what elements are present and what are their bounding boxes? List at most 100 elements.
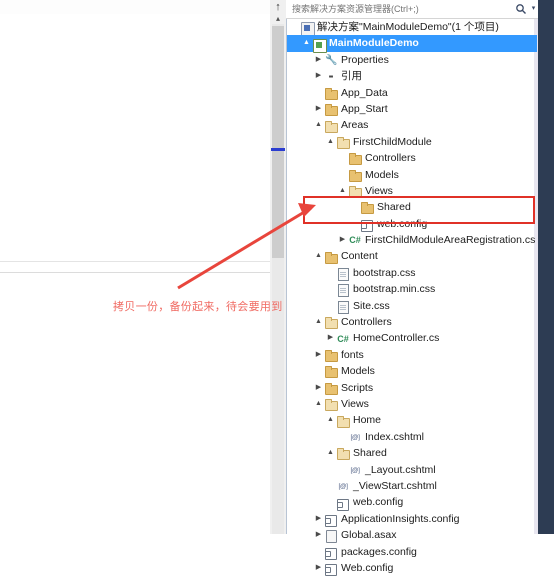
- panel-right-border: [538, 0, 554, 534]
- tree-item-label: Areas: [341, 119, 369, 132]
- tree-item[interactable]: ▲ Areas: [287, 117, 537, 133]
- tree-item-label: Home: [353, 414, 382, 427]
- csharp-icon: C#: [349, 235, 361, 246]
- tree-item[interactable]: ▶ Global.asax: [287, 527, 537, 544]
- folder-icon: [360, 200, 374, 215]
- editor-divider-lower: [0, 272, 272, 273]
- tree-item[interactable]: ▲ Shared: [287, 445, 537, 461]
- tree-item[interactable]: ▲ Views: [287, 396, 537, 412]
- tree-item[interactable]: web.config: [287, 216, 537, 232]
- editor-area: [0, 0, 272, 534]
- editor-scrollbar-thumb[interactable]: [272, 26, 284, 258]
- tree-item[interactable]: [@] _Layout.cshtml: [287, 462, 537, 478]
- folder-open-icon: [324, 119, 338, 133]
- tree-item-label: Views: [365, 184, 393, 197]
- tree-item[interactable]: ▶ fonts: [287, 347, 537, 363]
- tree-item-label: bootstrap.css: [353, 266, 416, 279]
- tree-item[interactable]: bootstrap.css: [287, 265, 537, 282]
- folder-icon: [324, 364, 338, 379]
- tree-item[interactable]: ▶ App_Start: [287, 101, 537, 117]
- tree-item[interactable]: [@] Index.cshtml: [287, 429, 537, 445]
- config-icon: [324, 512, 338, 527]
- tree-item[interactable]: ▶ Web.config: [287, 560, 537, 576]
- expander-toggle[interactable]: ▶: [337, 232, 348, 248]
- asax-icon: [324, 528, 338, 544]
- tree-item-label: bootstrap.min.css: [353, 283, 436, 296]
- tree-item-label: web.config: [377, 217, 428, 230]
- tree-item[interactable]: ▶ 🔧 Properties: [287, 52, 537, 68]
- tree-item[interactable]: bootstrap.min.css: [287, 281, 537, 298]
- tree-item-label: MainModuleDemo: [329, 37, 419, 50]
- css-icon: [336, 266, 350, 282]
- tree-item-label: Index.cshtml: [365, 430, 424, 443]
- expander-toggle[interactable]: ▶: [313, 560, 324, 576]
- tree-item[interactable]: Site.css: [287, 298, 537, 314]
- expander-toggle[interactable]: ▲: [325, 412, 336, 428]
- tree-item[interactable]: App_Data: [287, 85, 537, 101]
- csharp-icon: C#: [337, 333, 349, 344]
- tree-item[interactable]: ▶ C# FirstChildModuleAreaRegistration.cs: [287, 232, 537, 248]
- tree-item[interactable]: ▲ FirstChildModule: [287, 134, 537, 150]
- folder-icon: [324, 381, 338, 395]
- tree-item[interactable]: [@] _ViewStart.cshtml: [287, 478, 537, 494]
- razor-icon: [@]: [338, 483, 348, 491]
- tree-item[interactable]: ▶ Scripts: [287, 380, 537, 396]
- tree-item[interactable]: ▲ Content: [287, 248, 537, 264]
- tree-item-label: Controllers: [365, 152, 416, 165]
- search-icon[interactable]: [513, 1, 529, 17]
- tree-item[interactable]: Models: [287, 363, 537, 379]
- tree-item-label: Controllers: [341, 316, 392, 329]
- editor-top-strip: [0, 0, 272, 14]
- tree-item[interactable]: ▶ ▪▪ 引用: [287, 68, 537, 84]
- tree-item[interactable]: ▶ ApplicationInsights.config: [287, 511, 537, 527]
- config-icon: [336, 496, 350, 511]
- expander-toggle[interactable]: ▶: [313, 527, 324, 543]
- expander-toggle[interactable]: ▶: [313, 52, 324, 68]
- chevron-down-icon[interactable]: ▾: [529, 1, 538, 17]
- expander-toggle[interactable]: ▲: [313, 314, 324, 330]
- tree-item[interactable]: Shared: [287, 199, 537, 215]
- tree-item[interactable]: ▶ C# HomeController.cs: [287, 330, 537, 346]
- tree-item[interactable]: Controllers: [287, 150, 537, 166]
- expander-toggle[interactable]: ▶: [313, 347, 324, 363]
- wrench-icon: 🔧: [325, 54, 338, 66]
- expander-toggle[interactable]: ▲: [337, 183, 348, 199]
- tree-item[interactable]: ▲ MainModuleDemo: [287, 35, 537, 53]
- tree-item[interactable]: ▲ Views: [287, 183, 537, 199]
- tree-item[interactable]: 解决方案"MainModuleDemo"(1 个项目): [287, 19, 537, 37]
- expander-toggle[interactable]: ▲: [313, 117, 324, 133]
- tree-item-label: Views: [341, 397, 369, 410]
- scroll-up-small-icon[interactable]: ▴: [272, 14, 284, 24]
- expander-toggle[interactable]: ▲: [325, 134, 336, 150]
- folder-icon: [324, 348, 338, 362]
- tree-item-label: Models: [365, 168, 399, 181]
- expander-toggle[interactable]: ▲: [313, 396, 324, 412]
- expander-toggle[interactable]: ▶: [325, 330, 336, 346]
- expander-toggle[interactable]: ▶: [313, 380, 324, 396]
- expander-toggle[interactable]: ▲: [325, 445, 336, 461]
- tree-item[interactable]: packages.config: [287, 544, 537, 560]
- tree-item[interactable]: web.config: [287, 494, 537, 511]
- config-icon: [324, 561, 338, 576]
- solution-tree[interactable]: 解决方案"MainModuleDemo"(1 个项目) ▲ MainModuleDe…: [287, 19, 537, 576]
- references-icon: ▪▪: [328, 72, 334, 82]
- tree-item[interactable]: ▲ Home: [287, 412, 537, 428]
- expander-toggle[interactable]: ▶: [313, 511, 324, 527]
- search-input[interactable]: [286, 3, 513, 15]
- folder-open-icon: [336, 446, 350, 461]
- expander-toggle[interactable]: ▲: [313, 248, 324, 264]
- folder-open-icon: [324, 315, 338, 330]
- expander-toggle[interactable]: ▶: [313, 101, 324, 117]
- tree-item[interactable]: ▲ Controllers: [287, 314, 537, 330]
- folder-open-icon: [336, 135, 350, 149]
- tree-item-label: Scripts: [341, 381, 374, 394]
- folder-open-icon: [324, 397, 338, 412]
- tree-item-label: Shared: [353, 447, 387, 460]
- scroll-up-icon[interactable]: ↑: [272, 2, 284, 13]
- tree-item-label: App_Start: [341, 102, 388, 115]
- folder-open-icon: [336, 414, 350, 428]
- expander-toggle[interactable]: ▲: [301, 35, 312, 51]
- search-bar: ▾: [286, 0, 538, 19]
- tree-item[interactable]: Models: [287, 167, 537, 183]
- expander-toggle[interactable]: ▶: [313, 68, 324, 84]
